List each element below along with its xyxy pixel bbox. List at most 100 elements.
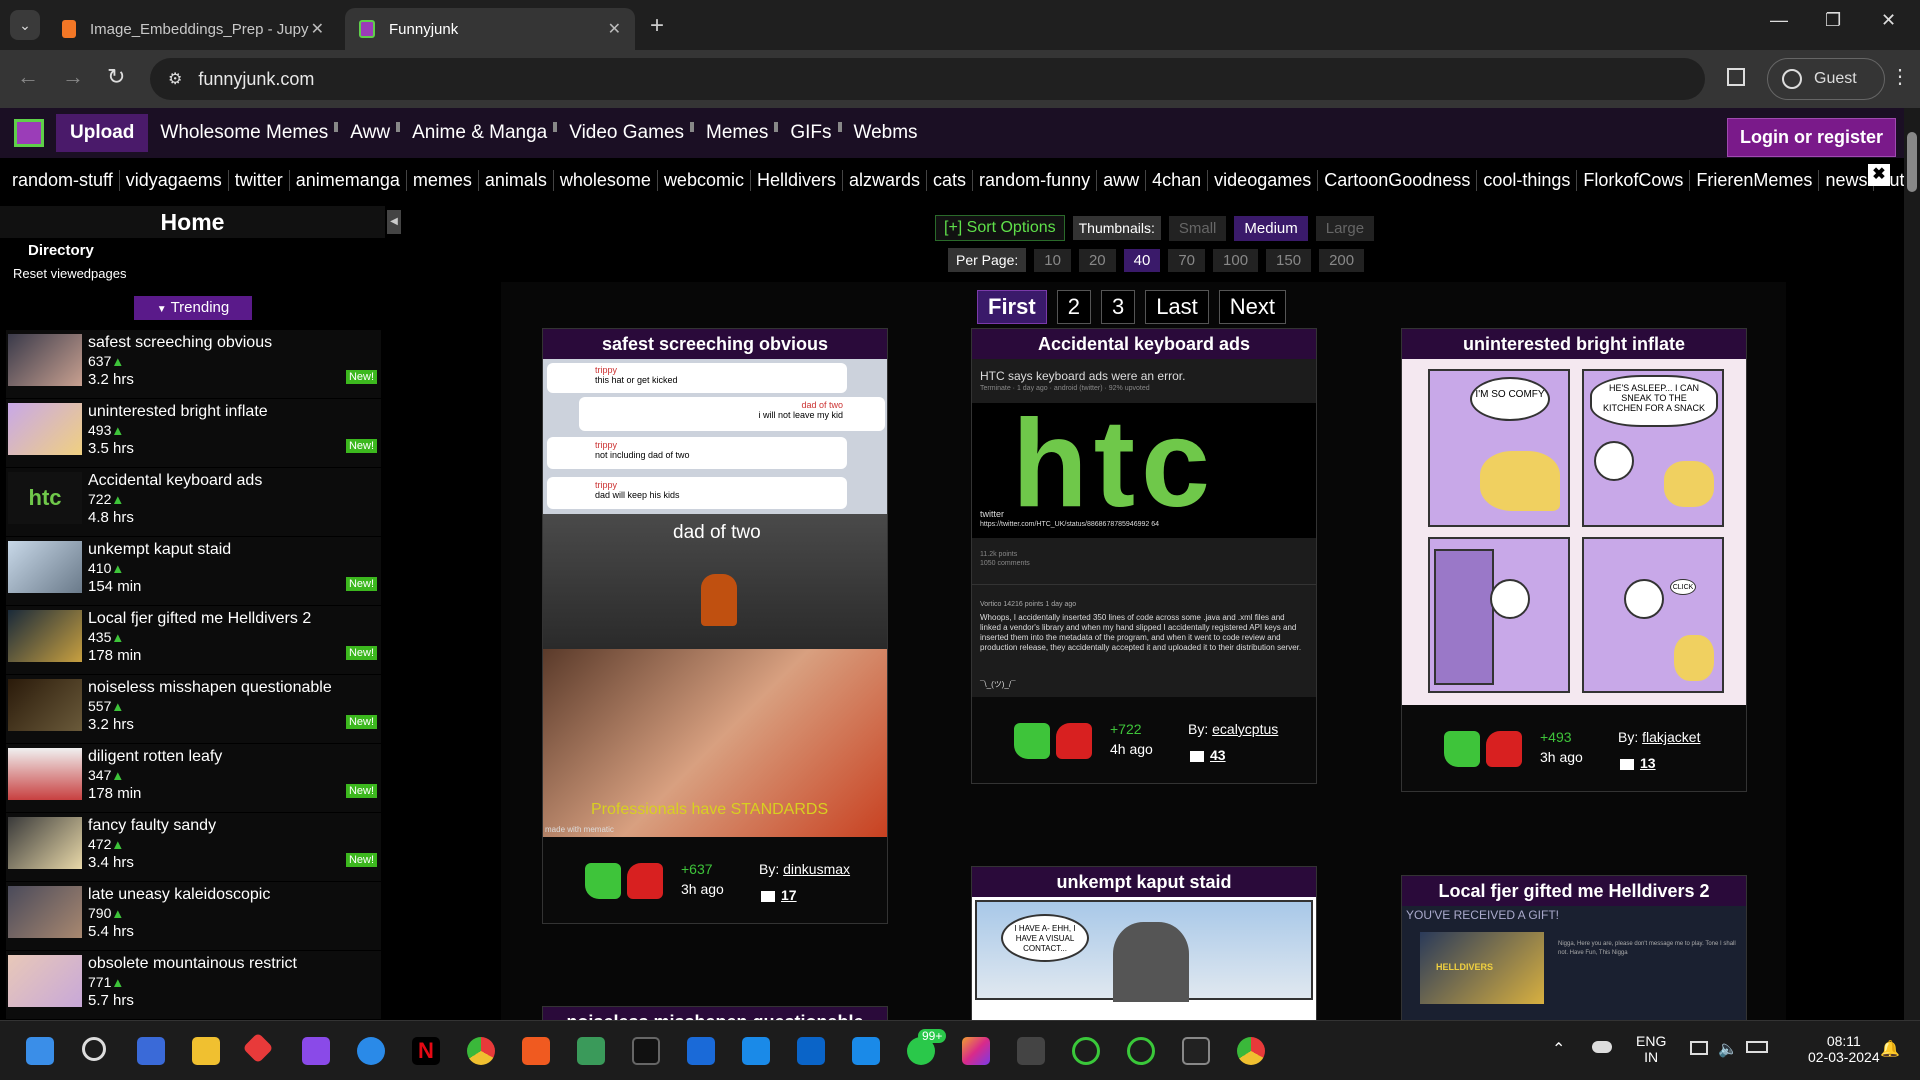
app-icon[interactable] bbox=[302, 1037, 330, 1065]
item-title[interactable]: Local fjer gifted me Helldivers 2 bbox=[88, 610, 311, 628]
widgets-icon[interactable] bbox=[137, 1037, 165, 1065]
list-item[interactable]: uninterested bright inflate 493▲ 3.5 hrs… bbox=[6, 399, 381, 468]
site-info-icon[interactable]: ⚙ bbox=[168, 69, 182, 89]
nav-gifs[interactable]: GIFs bbox=[790, 122, 831, 144]
category-link[interactable]: webcomic bbox=[656, 169, 750, 191]
notification-bell-icon[interactable]: 🔔 bbox=[1880, 1039, 1900, 1059]
chrome-active-icon[interactable] bbox=[1237, 1037, 1265, 1065]
chevron-up-icon[interactable]: ⌃ bbox=[1552, 1039, 1565, 1059]
category-link[interactable]: CartoonGoodness bbox=[1317, 169, 1476, 191]
per-page-option[interactable]: 70 bbox=[1168, 248, 1206, 272]
start-icon[interactable] bbox=[26, 1037, 54, 1065]
trending-dropdown[interactable]: ▼ Trending bbox=[134, 296, 252, 320]
card-image[interactable]: YOU'VE RECEIVED A GIFT! HELLDIVERS Nigga… bbox=[1402, 906, 1746, 1020]
category-link[interactable]: wholesome bbox=[552, 169, 657, 191]
sidebar-home-title[interactable]: Home bbox=[0, 206, 385, 238]
thumbs-down-icon[interactable] bbox=[1486, 731, 1522, 767]
card-title[interactable]: safest screeching obvious bbox=[543, 329, 887, 359]
reload-button[interactable]: ↻ bbox=[107, 64, 125, 90]
per-page-option[interactable]: 100 bbox=[1213, 248, 1259, 272]
page-first-button[interactable]: First bbox=[977, 290, 1047, 324]
thumbnail[interactable] bbox=[8, 748, 82, 800]
thumbnail[interactable] bbox=[8, 403, 82, 455]
page-scrollbar[interactable] bbox=[1904, 108, 1920, 1020]
category-link[interactable]: cats bbox=[926, 169, 972, 191]
per-page-option[interactable]: 40 bbox=[1123, 248, 1161, 272]
network-icon[interactable] bbox=[1690, 1041, 1708, 1055]
close-window-button[interactable]: ✕ bbox=[1881, 10, 1896, 31]
brave-icon[interactable] bbox=[522, 1037, 550, 1065]
item-title[interactable]: fancy faulty sandy bbox=[88, 817, 216, 835]
login-register-button[interactable]: Login or register bbox=[1726, 118, 1896, 157]
per-page-option[interactable]: 150 bbox=[1266, 248, 1312, 272]
chrome-icon[interactable] bbox=[467, 1037, 495, 1065]
category-link[interactable]: videogames bbox=[1207, 169, 1317, 191]
list-item[interactable]: unkempt kaput staid 410▲ 154 min New! bbox=[6, 537, 381, 606]
category-link[interactable]: Helldivers bbox=[749, 169, 842, 191]
onedrive-icon[interactable] bbox=[1592, 1041, 1612, 1053]
directory-link[interactable]: Directory bbox=[28, 242, 94, 259]
forward-button[interactable]: → bbox=[62, 64, 84, 90]
close-tab-icon[interactable]: ✕ bbox=[311, 19, 324, 39]
card-image[interactable]: I HAVE A- EHH, I HAVE A VISUAL CONTACT..… bbox=[972, 897, 1316, 1020]
category-link[interactable]: animemanga bbox=[288, 169, 406, 191]
sort-options-button[interactable]: [+] Sort Options bbox=[935, 215, 1065, 241]
thumbnail[interactable] bbox=[8, 679, 82, 731]
thumbs-up-icon[interactable] bbox=[585, 863, 621, 899]
page-last-button[interactable]: Last bbox=[1145, 290, 1209, 324]
close-tab-icon[interactable]: ✕ bbox=[608, 19, 621, 39]
card-image[interactable]: HTC says keyboard ads were an error. Ter… bbox=[972, 359, 1316, 697]
card-image[interactable]: trippy this hat or get kicked dad of two… bbox=[543, 359, 887, 837]
card-title[interactable]: unkempt kaput staid bbox=[972, 867, 1316, 897]
category-link[interactable]: cool-things bbox=[1476, 169, 1576, 191]
thumbs-up-icon[interactable] bbox=[1444, 731, 1480, 767]
category-link[interactable]: memes bbox=[405, 169, 478, 191]
file-explorer-icon[interactable] bbox=[192, 1037, 220, 1065]
author-link[interactable]: ecalycptus bbox=[1212, 721, 1278, 737]
list-item[interactable]: noiseless misshapen questionable 557▲ 3.… bbox=[6, 675, 381, 744]
category-link[interactable]: animals bbox=[477, 169, 553, 191]
item-title[interactable]: uninterested bright inflate bbox=[88, 403, 268, 421]
thumbnail[interactable]: htc bbox=[8, 472, 82, 524]
back-button[interactable]: ← bbox=[17, 64, 39, 90]
item-title[interactable]: safest screeching obvious bbox=[88, 334, 272, 352]
card-image[interactable]: I'M SO COMFY HE'S ASLEEP... I CAN SNEAK … bbox=[1402, 359, 1746, 705]
funnyjunk-logo[interactable] bbox=[14, 119, 44, 147]
clock[interactable]: 08:11 02-03-2024 bbox=[1808, 1033, 1880, 1065]
item-title[interactable]: noiseless misshapen questionable bbox=[88, 679, 332, 697]
side-panel-icon[interactable] bbox=[1727, 68, 1745, 86]
item-title[interactable]: unkempt kaput staid bbox=[88, 541, 231, 559]
thumbnail[interactable] bbox=[8, 610, 82, 662]
category-link[interactable]: random-stuff bbox=[12, 170, 119, 191]
app-icon[interactable] bbox=[1072, 1037, 1100, 1065]
comment-count[interactable]: 13 bbox=[1620, 755, 1656, 771]
thumbnail[interactable] bbox=[8, 886, 82, 938]
category-link[interactable]: 4chan bbox=[1145, 169, 1207, 191]
nav-webms[interactable]: Webms bbox=[854, 122, 918, 144]
app-icon[interactable] bbox=[1017, 1037, 1045, 1065]
list-item[interactable]: htc Accidental keyboard ads 722▲ 4.8 hrs bbox=[6, 468, 381, 537]
list-item[interactable]: obsolete mountainous restrict 771▲ 5.7 h… bbox=[6, 951, 381, 1020]
category-link[interactable]: FrierenMemes bbox=[1689, 169, 1818, 191]
item-title[interactable]: Accidental keyboard ads bbox=[88, 472, 262, 490]
list-item[interactable]: fancy faulty sandy 472▲ 3.4 hrs New! bbox=[6, 813, 381, 882]
thumbs-down-icon[interactable] bbox=[627, 863, 663, 899]
tab-jupyter[interactable]: Image_Embeddings_Prep - Jupy ✕ bbox=[48, 8, 338, 50]
comment-count[interactable]: 43 bbox=[1190, 747, 1226, 763]
author-link[interactable]: flakjacket bbox=[1642, 729, 1700, 745]
nav-wholesome-memes[interactable]: Wholesome Memes bbox=[160, 122, 328, 144]
minimize-button[interactable]: — bbox=[1770, 10, 1788, 31]
page-next-button[interactable]: Next bbox=[1218, 290, 1287, 324]
maximize-button[interactable]: ❐ bbox=[1825, 10, 1841, 31]
thumbs-down-icon[interactable] bbox=[1056, 723, 1092, 759]
tab-funnyjunk[interactable]: Funnyjunk ✕ bbox=[345, 8, 635, 50]
app-icon[interactable] bbox=[242, 1032, 274, 1064]
language-indicator[interactable]: ENG IN bbox=[1636, 1033, 1666, 1065]
list-item[interactable]: diligent rotten leafy 347▲ 178 min New! bbox=[6, 744, 381, 813]
thumbs-up-icon[interactable] bbox=[1014, 723, 1050, 759]
category-link[interactable]: random-funny bbox=[972, 169, 1096, 191]
size-small-button[interactable]: Small bbox=[1168, 215, 1227, 241]
netflix-icon[interactable]: N bbox=[412, 1037, 440, 1065]
volume-icon[interactable]: 🔈 bbox=[1718, 1039, 1738, 1059]
card-title[interactable]: Local fjer gifted me Helldivers 2 bbox=[1402, 876, 1746, 906]
